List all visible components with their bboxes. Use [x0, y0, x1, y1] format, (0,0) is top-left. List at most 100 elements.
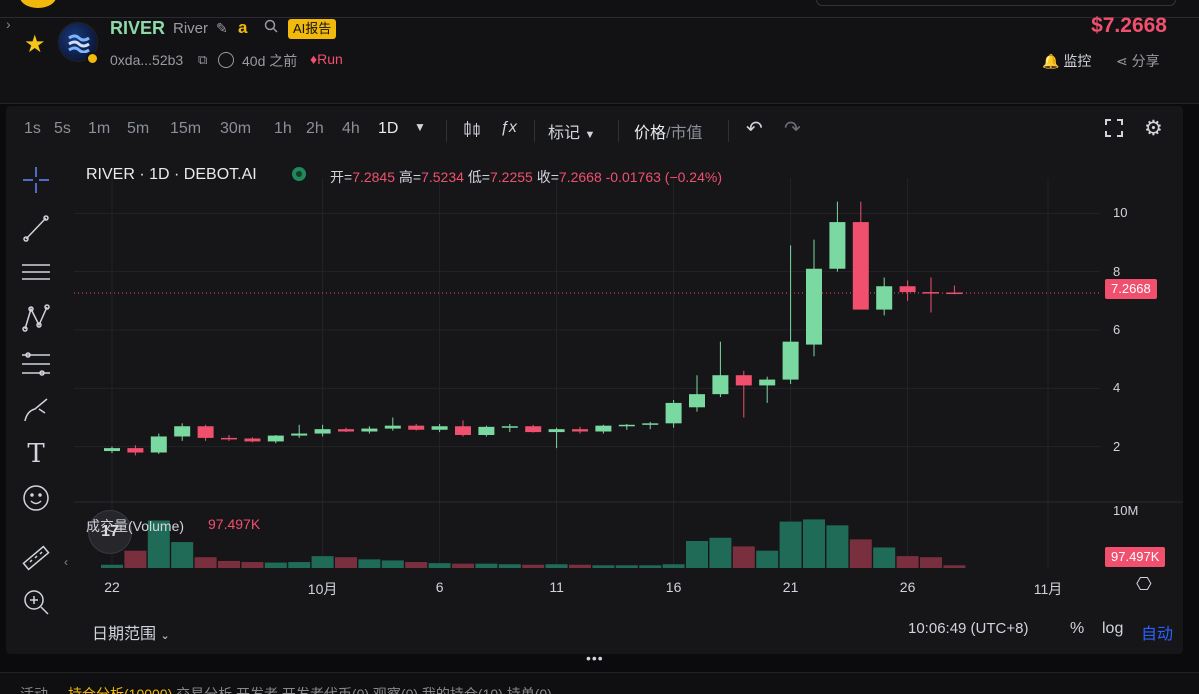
close-label: 收= [536, 169, 559, 185]
candle-body [923, 292, 939, 294]
candle-body [431, 426, 448, 430]
volume-bar [826, 525, 849, 568]
volume-bar [405, 562, 428, 568]
volume-bar [171, 542, 194, 568]
open-value: 7.2845 [352, 169, 396, 185]
y-axis-tick: 4 [1113, 380, 1121, 396]
candle-body [806, 268, 822, 345]
ohlc-legend: 开=7.2845 高=7.5234 低=7.2255 收=7.2668 -0.0… [330, 167, 722, 187]
x-axis-tick: 22 [104, 579, 120, 595]
y-axis-tick: 2 [1113, 438, 1121, 454]
volume-bar [943, 565, 966, 568]
volume-bar [639, 565, 662, 568]
candle-body [665, 402, 682, 424]
volume-bar [381, 560, 404, 568]
candle-body [408, 425, 425, 430]
volume-bar [569, 564, 591, 568]
volume-bar [779, 521, 802, 568]
candlestick-chart[interactable] [0, 0, 1199, 694]
x-axis-tick: 6 [435, 579, 444, 595]
close-value: 7.2668 [558, 169, 602, 185]
x-axis-tick: 11月 [1033, 581, 1063, 597]
candle-body [267, 435, 284, 442]
candle-body [782, 341, 799, 380]
x-axis-tick: 16 [665, 579, 682, 595]
candle-body [455, 426, 471, 435]
current-price-tag: 7.2668 [1105, 279, 1157, 299]
chart-legend-title: RIVER · 1D · DEBOT.AI [86, 166, 257, 183]
volume-bar [849, 539, 872, 568]
candle-body [899, 286, 916, 293]
candle-body [197, 426, 214, 438]
volume-bar [428, 563, 451, 568]
candle-body [852, 222, 869, 310]
open-label: 开= [330, 169, 353, 185]
volume-bar [241, 562, 264, 568]
bottom-tab-holdings-label: 持仓分析(10000) [68, 686, 173, 694]
bottom-tab-others-label: 交易分析 开发者 开发者代币(0) 观察(0) 我的持仓(10) 持单(0) [176, 686, 552, 694]
volume-bar [264, 562, 287, 568]
x-axis-tick: 21 [782, 579, 799, 595]
clock: 10:06:49 (UTC+8) [908, 620, 1029, 637]
volume-bar [592, 565, 615, 568]
x-axis-tick: 11 [549, 579, 564, 595]
candle-body [759, 379, 776, 386]
candle-body [244, 438, 261, 442]
volume-bar [358, 559, 381, 568]
volume-bar [124, 550, 147, 568]
candle-body [104, 448, 120, 452]
x-axis-tick: 26 [899, 579, 916, 595]
volume-bar [522, 564, 545, 568]
bottom-tab-holdings[interactable]: 持仓分析(10000) 交易分析 开发者 开发者代币(0) 观察(0) 我的持仓… [68, 684, 552, 694]
candle-body [501, 426, 518, 428]
candle-body [829, 222, 846, 269]
volume-bar [756, 550, 779, 568]
log-scale-toggle[interactable]: log [1102, 620, 1123, 638]
high-value: 7.5234 [421, 169, 464, 185]
volume-bar [873, 547, 896, 568]
candle-body [221, 437, 237, 440]
candle-body [595, 425, 612, 432]
low-value: 7.2255 [490, 169, 533, 185]
volume-bar [709, 537, 732, 568]
candle-body [314, 429, 331, 434]
volume-value: 97.497K [208, 516, 261, 532]
y-axis-tick: 6 [1113, 322, 1121, 337]
auto-scale-toggle[interactable]: 自动 [1141, 620, 1173, 644]
candle-body [338, 429, 354, 432]
x-axis-tick: 10月 [307, 581, 338, 597]
volume-bar [896, 556, 919, 568]
volume-tag: 97.497K [1105, 547, 1166, 567]
volume-bar [288, 562, 311, 568]
resize-handle-icon[interactable]: ••• [586, 650, 604, 666]
volume-bar [920, 557, 942, 568]
candle-body [478, 426, 495, 435]
y-axis-tick: 10 [1113, 205, 1128, 221]
percent-scale-toggle[interactable]: % [1070, 620, 1084, 638]
candle-body [618, 424, 635, 427]
date-range-dropdown[interactable]: 日期范围 ⌄ [92, 620, 170, 644]
y-axis-tick: 8 [1113, 263, 1121, 279]
volume-bar [475, 563, 498, 568]
volume-bar [686, 541, 708, 568]
volume-bar [194, 557, 217, 568]
date-range-label: 日期范围 [92, 626, 157, 643]
volume-bar [803, 519, 825, 568]
high-label: 高= [398, 169, 422, 185]
candle-body [127, 448, 144, 453]
volume-bar [335, 557, 357, 568]
candle-body [876, 286, 893, 310]
volume-bar [452, 563, 474, 568]
candle-body [525, 426, 542, 433]
volume-bar [662, 564, 685, 568]
live-status-icon [292, 167, 306, 181]
volume-axis-label: 10M [1113, 503, 1139, 518]
candle-body [572, 429, 588, 432]
candle-body [548, 429, 565, 433]
bottom-tab-activity[interactable]: 活动 [20, 684, 48, 694]
volume-bar [615, 565, 638, 568]
candle-body [712, 375, 729, 395]
volume-bar [101, 564, 123, 568]
axis-settings-icon[interactable]: ⎔ [1136, 574, 1152, 595]
change-value: -0.01763 (−0.24%) [605, 169, 722, 185]
